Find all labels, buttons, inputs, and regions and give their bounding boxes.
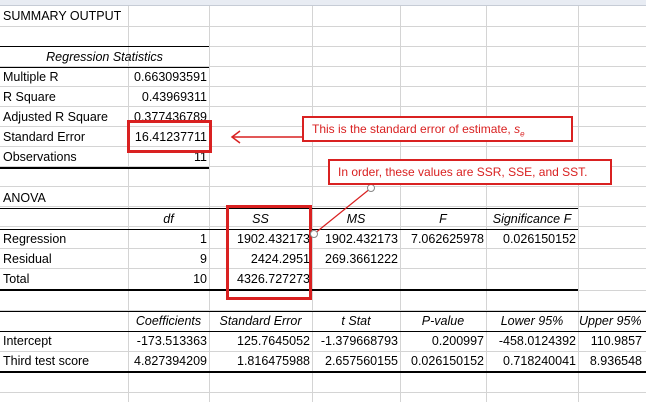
gridline: [0, 392, 646, 393]
standard-error-highlight: [127, 120, 212, 153]
standard-error-callout-text: This is the standard error of estimate,: [312, 122, 515, 136]
table-rule: [0, 371, 646, 373]
coef-cell-t-stat[interactable]: 2.657560155: [312, 351, 398, 371]
stat-value[interactable]: 0.663093591: [128, 67, 207, 87]
anova-cell-df[interactable]: 9: [128, 249, 207, 269]
anova-title[interactable]: ANOVA: [3, 188, 46, 208]
stat-label[interactable]: Multiple R: [3, 67, 59, 87]
regression-statistics-heading[interactable]: Regression Statistics: [0, 47, 209, 67]
spreadsheet: SUMMARY OUTPUT Regression Statistics Mul…: [0, 0, 646, 402]
stat-label[interactable]: Adjusted R Square: [3, 107, 108, 127]
coef-header-p-value[interactable]: P-value: [400, 311, 486, 331]
anova-row-label[interactable]: Residual: [3, 249, 52, 269]
standard-error-callout: This is the standard error of estimate, …: [302, 116, 573, 142]
coef-row-label[interactable]: Third test score: [3, 351, 89, 371]
stat-value[interactable]: 0.43969311: [128, 87, 207, 107]
anova-row-label[interactable]: Total: [3, 269, 29, 289]
coef-header-coefficients[interactable]: Coefficients: [128, 311, 209, 331]
stat-label[interactable]: Standard Error: [3, 127, 85, 147]
gridline: [0, 26, 646, 27]
table-rule: [0, 167, 209, 169]
coef-cell-standard-error[interactable]: 125.7645052: [209, 331, 310, 351]
ss-column-highlight: [226, 205, 312, 300]
coef-cell-coefficient[interactable]: 4.827394209: [128, 351, 207, 371]
gridline: [0, 86, 646, 87]
coef-header-t-stat[interactable]: t Stat: [312, 311, 400, 331]
coef-cell-t-stat[interactable]: -1.379668793: [312, 331, 398, 351]
gridline: [0, 146, 646, 147]
coef-cell-upper-95[interactable]: 8.936548: [578, 351, 642, 371]
se-subscript: e: [520, 129, 525, 139]
gridline: [0, 186, 646, 187]
anova-header-df[interactable]: df: [128, 209, 209, 229]
coef-cell-p-value[interactable]: 0.026150152: [400, 351, 484, 371]
coef-cell-coefficient[interactable]: -173.513363: [128, 331, 207, 351]
anova-cell-ms[interactable]: 269.3661222: [312, 249, 398, 269]
ss-callout: In order, these values are SSR, SSE, and…: [328, 159, 612, 185]
coef-cell-lower-95[interactable]: -458.0124392: [486, 331, 576, 351]
coef-cell-standard-error[interactable]: 1.816475988: [209, 351, 310, 371]
anova-cell-significance-f[interactable]: 0.026150152: [486, 229, 576, 249]
coef-header-standard-error[interactable]: Standard Error: [209, 311, 312, 331]
coef-row-label[interactable]: Intercept: [3, 331, 52, 351]
anova-cell-f[interactable]: 7.062625978: [400, 229, 484, 249]
coef-cell-p-value[interactable]: 0.200997: [400, 331, 484, 351]
anova-cell-df[interactable]: 10: [128, 269, 207, 289]
coef-header-upper-95[interactable]: Upper 95%: [579, 311, 646, 331]
anova-cell-ms[interactable]: 1902.432173: [312, 229, 398, 249]
summary-title[interactable]: SUMMARY OUTPUT: [3, 6, 121, 26]
anova-header-ms[interactable]: MS: [312, 209, 400, 229]
anova-cell-df[interactable]: 1: [128, 229, 207, 249]
coef-header-lower-95[interactable]: Lower 95%: [486, 311, 578, 331]
anova-row-label[interactable]: Regression: [3, 229, 66, 249]
stat-label[interactable]: Observations: [3, 147, 77, 167]
anova-header-f[interactable]: F: [400, 209, 486, 229]
coef-cell-lower-95[interactable]: 0.718240041: [486, 351, 576, 371]
stat-label[interactable]: R Square: [3, 87, 56, 107]
gridline: [0, 206, 646, 207]
anova-header-significance-f[interactable]: Significance F: [486, 209, 578, 229]
coef-cell-upper-95[interactable]: 110.9857: [578, 331, 642, 351]
